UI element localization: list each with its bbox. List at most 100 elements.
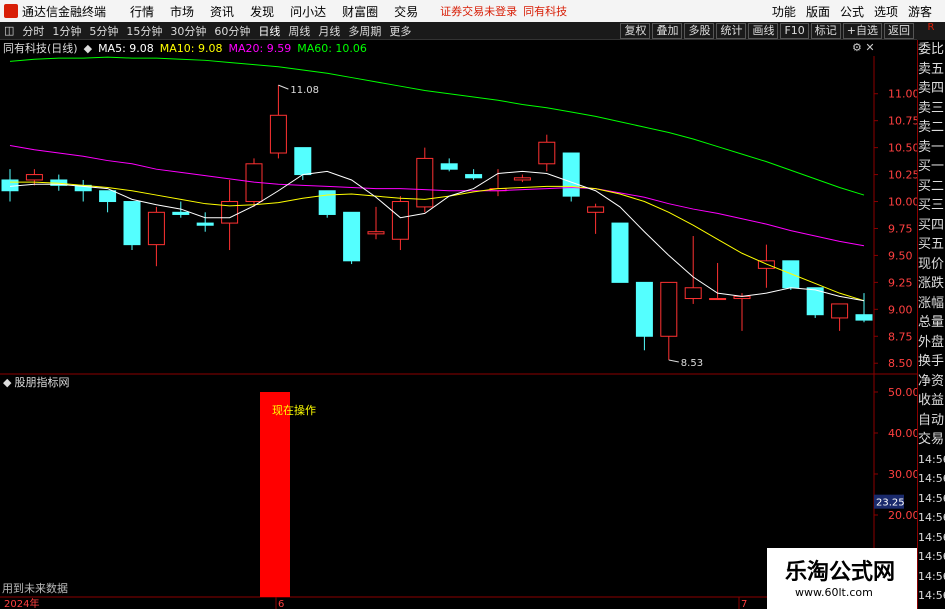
menu-item[interactable]: 资讯: [210, 5, 234, 19]
login-notice[interactable]: 证券交易未登录: [440, 3, 517, 19]
quote-field-label: 卖二: [918, 120, 945, 135]
period-toolbar: ◫ 分时 1分钟 5分钟 15分钟 30分钟 60分钟 日线 周线 月线 多周期 更多 复权 叠加 多股…: [0, 22, 945, 40]
quote-field-label: 14:56: [918, 550, 945, 563]
candle-up: [221, 201, 239, 224]
tool-button[interactable]: 画线: [748, 22, 779, 39]
candle-down: [782, 260, 800, 289]
ma-legend: 同有科技(日线) ◆ MA5: 9.08 MA10: 9.08 MA20: 9.…: [0, 40, 373, 56]
candle-down: [562, 152, 580, 197]
price-tick-label: 11.00: [888, 88, 917, 101]
tool-button[interactable]: F10: [780, 22, 809, 39]
period-tab[interactable]: 周线: [288, 25, 310, 38]
candle-down: [196, 222, 214, 226]
menu-item[interactable]: 行情: [130, 5, 154, 19]
indicator-dropdown-icon[interactable]: ◆: [3, 376, 11, 389]
quote-field-label: 买一: [918, 159, 945, 174]
main-menu: 行情 市场 资讯 发现 问小达 财富圈 交易: [122, 3, 426, 20]
period-tab[interactable]: 日线: [258, 25, 280, 38]
menu-item[interactable]: 财富圈: [342, 5, 378, 19]
menu-item[interactable]: 市场: [170, 5, 194, 19]
app-logo-icon: [4, 4, 18, 18]
candle-up: [538, 141, 556, 165]
quote-field-label: 收益: [918, 393, 945, 408]
tool-button[interactable]: 标记: [810, 22, 841, 39]
menu-item[interactable]: 发现: [250, 5, 274, 19]
stock-name-top: 同有科技: [523, 5, 568, 18]
candle-down: [440, 163, 458, 170]
price-tick-label: 10.50: [888, 142, 917, 155]
toggle-icon[interactable]: ◫: [4, 24, 14, 37]
candle-up: [709, 298, 727, 301]
low-marker: [668, 359, 679, 363]
price-tick-label: 8.50: [888, 357, 913, 370]
top-menu-item[interactable]: 版面: [806, 5, 830, 19]
candle-up: [25, 174, 43, 181]
date-month-label: 6: [278, 599, 284, 609]
top-menu-item[interactable]: 游客: [908, 5, 932, 19]
menu-item[interactable]: 问小达: [290, 5, 326, 19]
candle-down: [318, 190, 336, 215]
tool-button[interactable]: 统计: [716, 22, 747, 39]
settings-icon[interactable]: ⚙ ✕: [852, 41, 875, 54]
ma5-label: MA5: 9.08: [98, 41, 154, 55]
candle-down: [611, 222, 629, 283]
kline-chart[interactable]: 11.00 10.75 10.50 10.25 10.00 9.75 9.50 9.25 9.0…: [0, 56, 917, 609]
top-right-menu: 功能 版面 公式 选项 游客: [767, 3, 937, 20]
future-data-note: 用到未来数据: [2, 581, 68, 595]
candle-up: [269, 114, 287, 154]
tool-button[interactable]: 返回: [884, 22, 914, 39]
menu-item[interactable]: 交易: [394, 5, 418, 19]
candle-up: [660, 281, 678, 337]
quote-field-label: 买三: [918, 198, 945, 213]
period-tab[interactable]: 5分钟: [89, 25, 118, 38]
quote-panel: 委比 卖五 卖四 卖三 卖二 卖一 买一 买二 买三 买四 买五 现价 涨跌 涨幅 总量 外盘 换手 净资 收益 自动…: [917, 40, 945, 609]
watermark: 乐淘公式网 www.60lt.com: [767, 548, 917, 609]
period-tab[interactable]: 15分钟: [126, 25, 162, 38]
top-menu-item[interactable]: 功能: [772, 5, 796, 19]
price-tick-label: 8.75: [888, 330, 913, 343]
ma60-label: MA60: 10.06: [297, 41, 367, 55]
quote-field-label: 涨幅: [918, 295, 945, 311]
period-tab[interactable]: 分时: [22, 25, 44, 38]
right-panel-tab[interactable]: R: [917, 22, 945, 40]
price-tick-label: 9.75: [888, 222, 913, 235]
top-menu-item[interactable]: 公式: [840, 5, 864, 19]
candle-down: [343, 211, 361, 262]
date-year-label: 2024年: [4, 597, 39, 609]
quote-field-label: 卖五: [918, 61, 945, 77]
candle-up: [147, 211, 165, 246]
quote-field-label: 自动: [918, 412, 945, 428]
quote-field-label: 14:56: [918, 472, 945, 485]
quote-field-label: 委比: [918, 42, 945, 57]
candle-up: [587, 206, 605, 213]
tool-button[interactable]: 叠加: [652, 22, 683, 39]
candle-up: [391, 201, 409, 240]
ma20-label: MA20: 9.59: [228, 41, 292, 55]
top-menu-item[interactable]: 选项: [874, 5, 898, 19]
tool-button[interactable]: 复权: [620, 22, 651, 39]
indicator-title: 股朋指标网: [14, 376, 70, 389]
period-tab[interactable]: 多周期: [348, 25, 381, 38]
period-tab[interactable]: 30分钟: [170, 25, 206, 38]
high-marker: [278, 84, 289, 90]
quote-field-label: 14:56: [918, 589, 945, 602]
indicator-tick-label: 30.00: [888, 468, 917, 481]
dropdown-icon[interactable]: ◆: [84, 42, 92, 55]
quote-field-label: 净资: [918, 373, 945, 389]
date-month-label: 7: [741, 599, 747, 609]
tool-button[interactable]: 多股: [684, 22, 715, 39]
period-tab[interactable]: 1分钟: [52, 25, 81, 38]
signal-label: 现在操作: [272, 403, 316, 417]
period-tab[interactable]: 更多: [389, 25, 411, 38]
low-price-label: 8.53: [681, 358, 703, 369]
candle-down: [1, 179, 19, 192]
indicator-tick-label: 40.00: [888, 427, 917, 440]
period-tab[interactable]: 60分钟: [214, 25, 250, 38]
price-tick-label: 10.75: [888, 115, 917, 128]
quote-field-label: 14:56: [918, 569, 945, 583]
quote-field-label: 交易: [918, 432, 945, 447]
period-tab[interactable]: 月线: [318, 25, 340, 38]
watermark-url: www.60lt.com: [795, 586, 873, 599]
candle-up: [684, 287, 702, 300]
tool-button[interactable]: +自选: [842, 22, 882, 39]
